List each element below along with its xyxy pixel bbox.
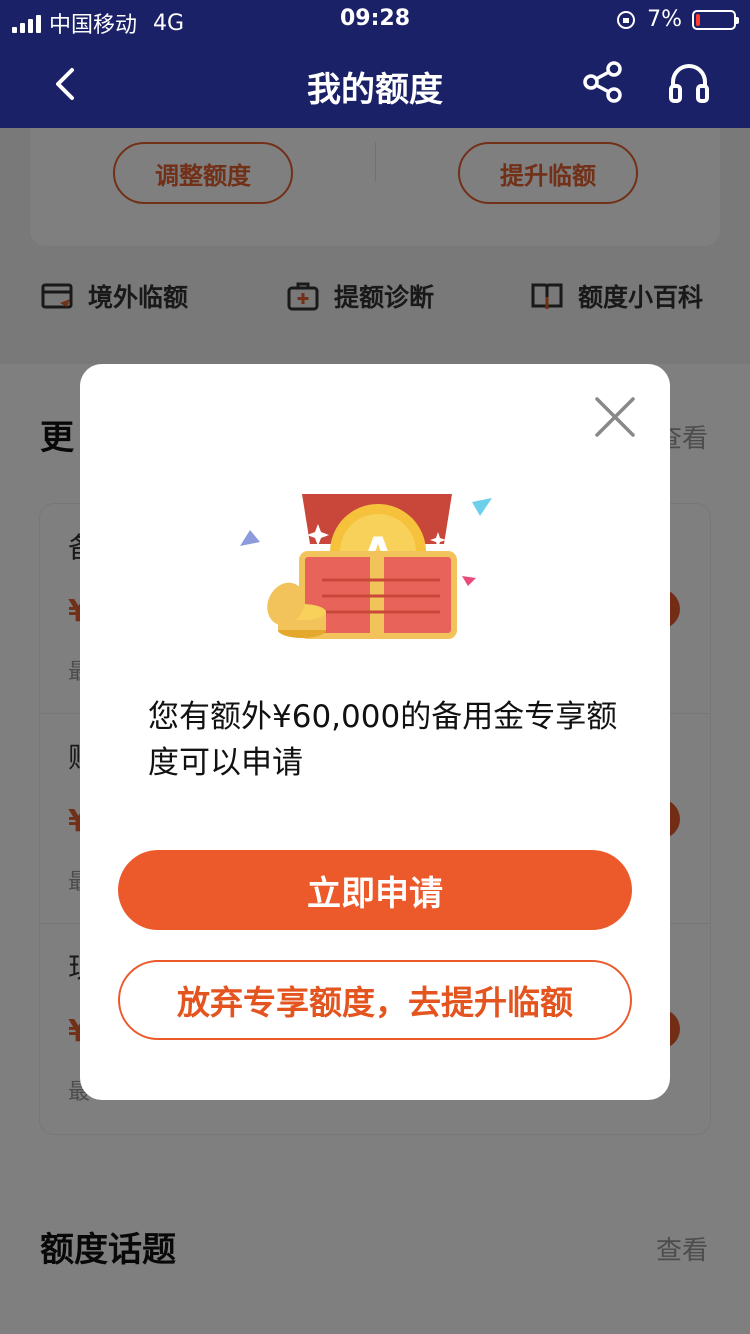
status-bar: 中国移动 4G 09:28 7% (0, 0, 750, 40)
battery-icon (692, 9, 739, 30)
page-title: 我的额度 (307, 70, 443, 110)
share-icon[interactable] (582, 60, 626, 104)
offer-dialog: A 您有额外¥60,000的备用金专享额度可以申请 立即申请 放弃专享额度，去提… (80, 364, 670, 1100)
close-icon[interactable] (592, 394, 638, 440)
orientation-lock-icon (617, 10, 636, 29)
decline-offer-button[interactable]: 放弃专享额度，去提升临额 (118, 960, 632, 1040)
treasure-chest-icon: A (240, 494, 492, 639)
offer-message: 您有额外¥60,000的备用金专享额度可以申请 (148, 699, 618, 781)
battery-percent: 7% (647, 7, 682, 32)
apply-now-button[interactable]: 立即申请 (118, 850, 632, 930)
nav-bar: 我的额度 (0, 40, 750, 128)
headset-icon[interactable] (668, 62, 710, 104)
